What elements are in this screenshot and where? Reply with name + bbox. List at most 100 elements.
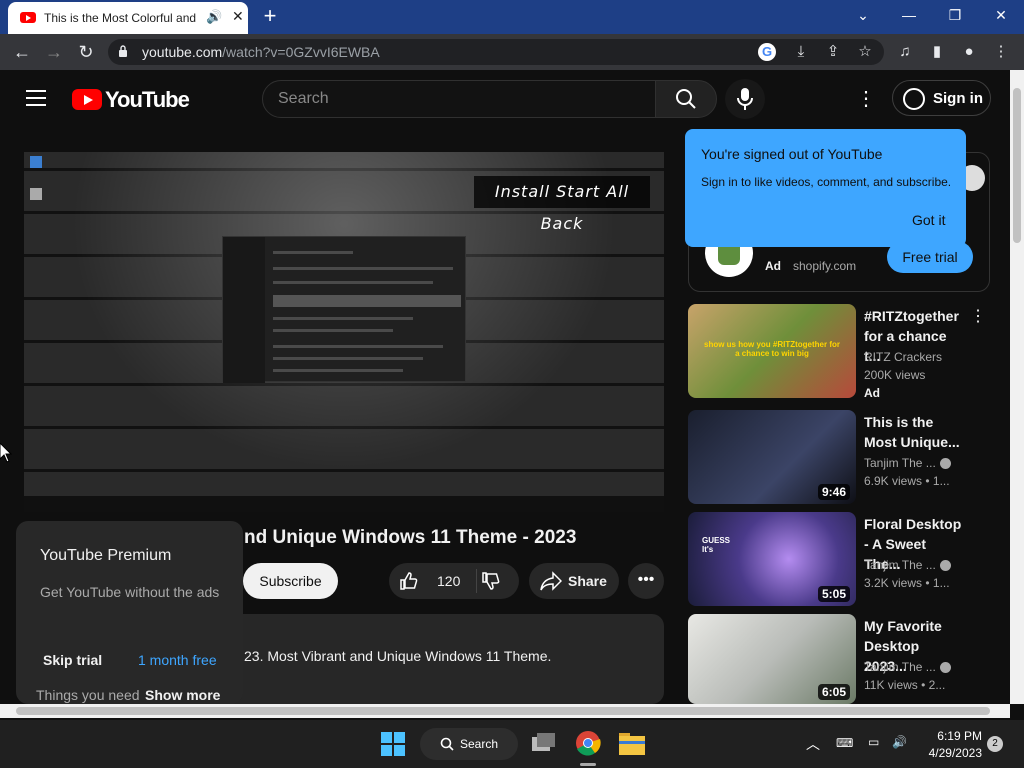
tab-title: This is the Most Colorful and	[44, 11, 197, 25]
scroll-thumb[interactable]	[1013, 88, 1021, 243]
ad-badge: Ad	[864, 386, 880, 400]
video-player[interactable]: Install Start All Back	[24, 152, 664, 512]
chrome-menu-icon[interactable]: ⋮	[990, 41, 1012, 63]
recommendation-item[interactable]: 6:05 My Favorite Desktop 2023... Tanjim …	[688, 614, 988, 704]
recommendation-item[interactable]: 9:46 This is the Most Unique... Tanjim T…	[688, 410, 988, 504]
tooltip-body: Sign in to like videos, comment, and sub…	[701, 175, 952, 189]
tooltip-heading: You're signed out of YouTube	[701, 146, 883, 162]
recommendation-item[interactable]: GUESS It's 5:05 Floral Desktop - A Sweet…	[688, 512, 988, 606]
youtube-favicon-icon	[20, 12, 36, 23]
bookmark-star-icon[interactable]: ☆	[854, 41, 876, 63]
verified-icon	[939, 662, 951, 674]
more-actions-button[interactable]: •••	[628, 563, 664, 599]
premium-title: YouTube Premium	[40, 547, 172, 564]
like-count: 120	[437, 573, 461, 589]
skip-trial-button[interactable]: Skip trial	[43, 652, 102, 668]
thumbnail-caption: GUESS It's	[702, 536, 731, 554]
speaker-icon[interactable]: 🔊	[206, 9, 222, 25]
settings-kebab-icon[interactable]: ⋮	[856, 87, 876, 111]
reload-button[interactable]: ↻	[74, 40, 98, 64]
got-it-button[interactable]: Got it	[912, 212, 945, 228]
windows-taskbar: Search ︿ ⌨ ▭ 🔊 6:19 PM 4/29/2023 2	[0, 720, 1024, 768]
video-overlay-caption: Install Start All Back	[474, 176, 650, 233]
search-placeholder: Search	[278, 90, 329, 107]
restore-button[interactable]: ❐	[940, 4, 970, 26]
volume-icon[interactable]: 🔊	[892, 735, 907, 749]
sign-in-label: Sign in	[933, 90, 983, 107]
view-count: 3.2K views • 1...	[864, 576, 950, 590]
url-path: /watch?v=0GZvvI6EWBA	[222, 44, 380, 60]
verified-icon	[939, 560, 951, 572]
browser-toolbar: ← → ↻ youtube.com/watch?v=0GZvvI6EWBA G …	[0, 34, 1024, 70]
profile-icon[interactable]: ●	[958, 41, 980, 63]
video-thumbnail[interactable]: show us how you #RITZtogether for a chan…	[688, 304, 856, 398]
task-view-icon[interactable]	[532, 733, 556, 755]
subscribe-button[interactable]: Subscribe	[243, 563, 338, 599]
taskbar-search-button[interactable]: Search	[420, 728, 518, 760]
sign-in-button[interactable]: Sign in	[892, 80, 991, 116]
search-icon	[676, 89, 696, 109]
like-dislike-group: 120	[389, 563, 519, 599]
new-tab-button[interactable]: +	[258, 4, 282, 28]
premium-promo-card: YouTube Premium Get YouTube without the …	[16, 521, 243, 704]
more-options-icon[interactable]: ⋮	[970, 306, 986, 326]
one-month-free-button[interactable]: 1 month free	[138, 652, 217, 668]
active-app-indicator	[580, 763, 596, 766]
voice-search-button[interactable]	[725, 79, 765, 119]
back-button[interactable]: ←	[10, 40, 34, 64]
browser-titlebar: This is the Most Colorful and 🔊 ✕ + ⌄ — …	[0, 0, 1024, 34]
video-duration: 5:05	[817, 586, 850, 602]
view-count: 11K views • 2...	[864, 678, 946, 692]
share-page-icon[interactable]: ⇪	[822, 41, 844, 63]
premium-subtitle: Get YouTube without the ads	[40, 584, 220, 600]
show-more-button[interactable]: Show more	[145, 687, 220, 703]
youtube-header: YouTube Search ⋮ Sign in	[0, 70, 1010, 128]
install-app-icon[interactable]: ⤓	[790, 41, 812, 63]
close-window-button[interactable]: ✕	[986, 4, 1016, 26]
browser-tab[interactable]: This is the Most Colorful and 🔊 ✕	[8, 2, 248, 34]
channel-name: Tanjim The ...	[864, 660, 984, 674]
close-tab-icon[interactable]: ✕	[232, 8, 244, 25]
media-controls-icon[interactable]: ♫	[894, 41, 916, 63]
file-explorer-icon[interactable]	[619, 733, 645, 755]
taskbar-time[interactable]: 6:19 PM	[928, 729, 982, 743]
verified-icon	[939, 458, 951, 470]
channel-name-text: Tanjim The ...	[864, 456, 936, 470]
taskbar-date[interactable]: 4/29/2023	[924, 746, 982, 760]
forward-button[interactable]: →	[42, 40, 66, 64]
side-panel-icon[interactable]: ▮	[926, 41, 948, 63]
keyboard-icon[interactable]: ⌨	[836, 736, 853, 750]
scroll-thumb[interactable]	[16, 707, 990, 715]
thumbs-down-icon[interactable]	[481, 571, 501, 591]
url-text: youtube.com/watch?v=0GZvvI6EWBA	[142, 44, 380, 60]
horizontal-scrollbar[interactable]	[0, 704, 1010, 718]
minimize-button[interactable]: —	[894, 4, 924, 26]
search-input[interactable]: Search	[262, 80, 656, 118]
share-label: Share	[568, 573, 607, 589]
recommendation-title: This is the Most Unique...	[864, 414, 960, 450]
video-duration: 9:46	[817, 484, 850, 500]
video-thumbnail[interactable]: GUESS It's 5:05	[688, 512, 856, 606]
tab-search-chevron-icon[interactable]: ⌄	[848, 4, 878, 26]
mouse-cursor-icon	[0, 443, 12, 463]
share-button[interactable]: Share	[529, 563, 619, 599]
like-button[interactable]: 120	[399, 570, 469, 592]
video-thumbnail[interactable]: 6:05	[688, 614, 856, 704]
hamburger-menu-icon[interactable]	[26, 90, 46, 106]
windows-start-icon[interactable]	[381, 732, 405, 756]
recommendation-item[interactable]: show us how you #RITZtogether for a chan…	[688, 304, 988, 400]
show-hidden-icons-icon[interactable]: ︿	[806, 734, 820, 754]
ad-domain: shopify.com	[793, 259, 857, 273]
notification-badge[interactable]: 2	[987, 736, 1003, 752]
chrome-taskbar-icon[interactable]	[575, 730, 601, 756]
thumbs-up-icon	[400, 572, 418, 590]
channel-name: Tanjim The ...	[864, 558, 984, 572]
startallback-window	[222, 236, 466, 383]
search-button[interactable]	[655, 80, 717, 118]
ad-badge: Ad	[765, 259, 781, 273]
google-lens-icon[interactable]: G	[758, 43, 776, 61]
view-count: 6.9K views • 1...	[864, 474, 950, 488]
video-thumbnail[interactable]: 9:46	[688, 410, 856, 504]
vertical-scrollbar[interactable]	[1010, 70, 1024, 704]
network-icon[interactable]: ▭	[868, 735, 879, 749]
